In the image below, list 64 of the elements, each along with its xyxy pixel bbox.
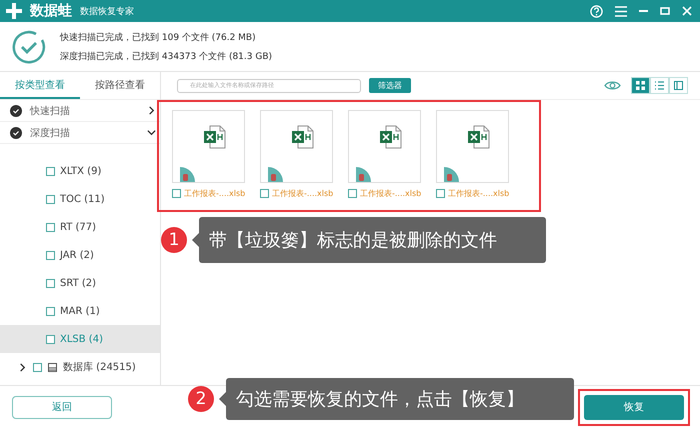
step-number: 1 bbox=[161, 227, 187, 253]
checkbox[interactable] bbox=[46, 222, 55, 232]
scan-group-label[interactable]: 快速扫描 bbox=[30, 104, 139, 118]
spreadsheet-file-icon bbox=[379, 125, 403, 149]
file-name: 工作报表-....xlsb bbox=[184, 188, 246, 199]
callout-bubble: 带【垃圾篓】标志的是被删除的文件 bbox=[199, 217, 546, 263]
preview-view-button[interactable] bbox=[669, 77, 688, 94]
file-thumbnail[interactable] bbox=[172, 110, 245, 183]
file-thumbnail[interactable] bbox=[436, 110, 509, 183]
chevron-right-icon[interactable] bbox=[18, 362, 27, 372]
view-tab[interactable]: 按路径查看 bbox=[80, 72, 160, 99]
spreadsheet-file-icon bbox=[291, 125, 315, 149]
menu-icon[interactable] bbox=[615, 6, 627, 16]
checkbox[interactable] bbox=[260, 189, 269, 198]
file-type-item[interactable]: SRT (2) bbox=[0, 269, 160, 297]
scan-group-label[interactable]: 深度扫描 bbox=[30, 126, 139, 140]
plus-logo-icon bbox=[6, 3, 22, 19]
file-name: 工作报表-....xlsb bbox=[360, 188, 422, 199]
file-type-item[interactable]: XLTX (9) bbox=[0, 157, 160, 185]
grid-icon bbox=[636, 81, 645, 90]
panel-icon bbox=[674, 81, 683, 90]
view-tab[interactable]: 按类型查看 bbox=[0, 72, 80, 99]
back-button[interactable]: 返回 bbox=[12, 396, 112, 418]
chevron-down-icon[interactable] bbox=[147, 128, 156, 137]
callout-bubble: 勾选需要恢复的文件，点击【恢复】 bbox=[226, 378, 574, 420]
grid-view-button[interactable] bbox=[631, 77, 650, 94]
file-name: 工作报表-....xlsb bbox=[448, 188, 510, 199]
filter-button[interactable]: 筛选器 bbox=[369, 78, 411, 93]
file-thumbnail[interactable] bbox=[260, 110, 333, 183]
file-type-item[interactable]: JAR (2) bbox=[0, 241, 160, 269]
checkbox[interactable] bbox=[46, 306, 55, 316]
checkbox[interactable] bbox=[46, 194, 55, 204]
file-thumbnail[interactable] bbox=[348, 110, 421, 183]
list-icon bbox=[655, 81, 664, 90]
check-circle-icon bbox=[10, 104, 22, 116]
recover-button[interactable]: 恢复 bbox=[584, 394, 684, 420]
checkbox[interactable] bbox=[46, 166, 55, 176]
checkbox[interactable] bbox=[33, 362, 42, 372]
file-type-item[interactable]: TOC (11) bbox=[0, 185, 160, 213]
file-type-item[interactable]: MAR (1) bbox=[0, 297, 160, 325]
step-number: 2 bbox=[188, 386, 214, 412]
check-circle-icon bbox=[12, 30, 46, 64]
file-name: 工作报表-....xlsb bbox=[272, 188, 334, 199]
app-name: 数据蛙 bbox=[30, 2, 72, 20]
chevron-right-icon[interactable] bbox=[147, 106, 156, 115]
eye-icon[interactable] bbox=[604, 80, 621, 91]
file-type-item[interactable]: RT (77) bbox=[0, 213, 160, 241]
app-subtitle: 数据恢复专家 bbox=[80, 6, 134, 18]
scan-summary-text: 快速扫描已完成，已找到 109 个文件 (76.2 MB) bbox=[60, 32, 257, 44]
check-circle-icon bbox=[10, 126, 22, 138]
checkbox[interactable] bbox=[436, 189, 445, 198]
spreadsheet-file-icon bbox=[467, 125, 491, 149]
folder-label[interactable]: 数据库 (24515) bbox=[63, 360, 136, 374]
maximize-icon[interactable] bbox=[660, 7, 670, 15]
help-icon[interactable] bbox=[590, 4, 603, 18]
close-icon[interactable] bbox=[682, 6, 692, 16]
checkbox[interactable] bbox=[348, 189, 357, 198]
checkbox[interactable] bbox=[46, 278, 55, 288]
scan-summary-text: 深度扫描已完成，已找到 434373 个文件 (81.3 GB) bbox=[60, 50, 272, 62]
checkbox[interactable] bbox=[172, 189, 181, 198]
checkbox[interactable] bbox=[46, 250, 55, 260]
list-view-button[interactable] bbox=[650, 77, 669, 94]
spreadsheet-file-icon bbox=[203, 125, 227, 149]
checkbox[interactable] bbox=[46, 334, 55, 344]
